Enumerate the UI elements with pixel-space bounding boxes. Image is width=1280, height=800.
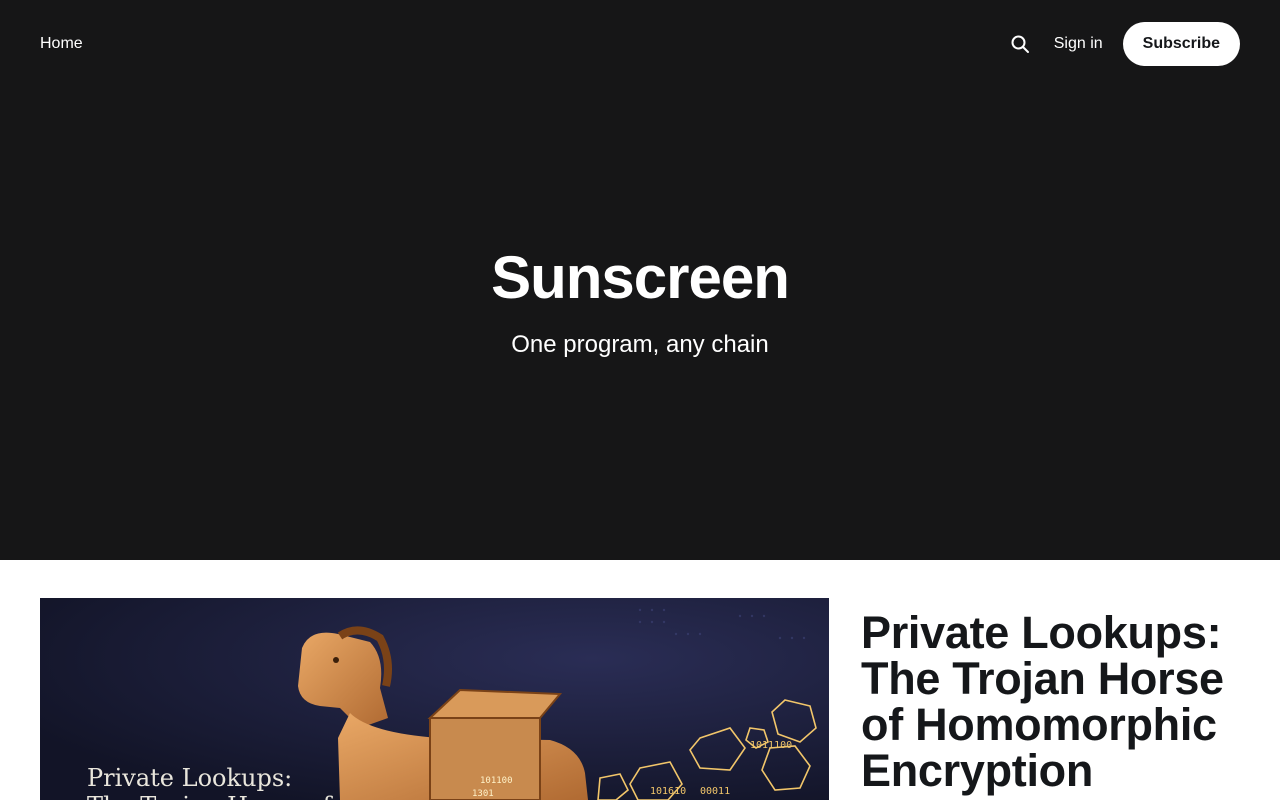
top-navigation: Home Sign in Subscribe bbox=[0, 0, 1280, 88]
subscribe-button[interactable]: Subscribe bbox=[1122, 22, 1240, 66]
site-title: Sunscreen bbox=[491, 244, 790, 311]
search-button[interactable] bbox=[1004, 28, 1036, 60]
image-caption-line1: Private Lookups: bbox=[87, 764, 293, 792]
featured-post-content: Private Lookups: The Trojan Horse of Hom… bbox=[861, 598, 1240, 800]
featured-post: 101100 1301 1011100 101610 00011 Private… bbox=[40, 598, 1240, 800]
sign-in-link[interactable]: Sign in bbox=[1054, 35, 1103, 53]
featured-post-image[interactable]: 101100 1301 1011100 101610 00011 Private… bbox=[40, 598, 829, 800]
svg-text:1011100: 1011100 bbox=[750, 740, 792, 751]
site-header: Home Sign in Subscribe Sunscreen One pro… bbox=[0, 0, 1280, 560]
image-caption-line2: The Trojan Horse of bbox=[87, 792, 331, 800]
nav-home-link[interactable]: Home bbox=[40, 35, 83, 53]
header-actions: Sign in Subscribe bbox=[1004, 22, 1240, 66]
site-tagline: One program, any chain bbox=[511, 331, 769, 358]
svg-text:1301: 1301 bbox=[472, 789, 494, 799]
svg-text:00011: 00011 bbox=[700, 786, 730, 797]
svg-text:101610: 101610 bbox=[650, 786, 686, 797]
search-icon bbox=[1011, 35, 1029, 53]
svg-text:101100: 101100 bbox=[480, 776, 513, 786]
featured-post-title[interactable]: Private Lookups: The Trojan Horse of Hom… bbox=[861, 610, 1240, 794]
